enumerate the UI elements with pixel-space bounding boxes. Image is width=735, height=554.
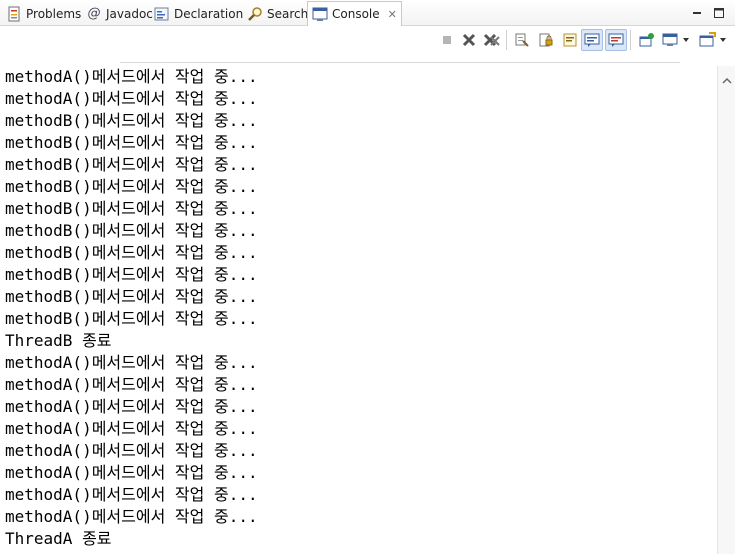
toolbar-separator (630, 30, 631, 50)
clear-console-icon[interactable] (511, 29, 533, 51)
tab-label: Javadoc (106, 6, 153, 21)
vertical-scrollbar[interactable] (717, 66, 735, 554)
console-line: methodB()메서드에서 작업 중... (5, 287, 258, 306)
scrolled-text-fragment (120, 57, 680, 63)
scroll-lock-icon[interactable] (535, 29, 557, 51)
console-line: methodA()메서드에서 작업 중... (5, 89, 258, 108)
console-line: methodA()메서드에서 작업 중... (5, 419, 258, 438)
console-line: methodB()메서드에서 작업 중... (5, 243, 258, 262)
console-line: methodB()메서드에서 작업 중... (5, 155, 258, 174)
open-console-icon[interactable] (697, 29, 731, 51)
console-line: methodA()메서드에서 작업 중... (5, 485, 258, 504)
pin-console-icon[interactable] (636, 29, 658, 51)
terminate-icon[interactable] (436, 29, 458, 51)
display-selected-console-icon[interactable] (660, 29, 694, 51)
console-line: methodB()메서드에서 작업 중... (5, 221, 258, 240)
console-line: methodB()메서드에서 작업 중... (5, 133, 258, 152)
show-on-stderr-icon[interactable] (605, 29, 627, 51)
console-line: methodB()메서드에서 작업 중... (5, 199, 258, 218)
tab-console[interactable]: Console ✕ (307, 1, 402, 26)
problems-icon (6, 6, 22, 22)
tab-problems[interactable]: Problems (2, 2, 85, 25)
console-line: methodA()메서드에서 작업 중... (5, 463, 258, 482)
tab-label: Problems (26, 6, 82, 21)
console-line: methodA()메서드에서 작업 중... (5, 441, 258, 460)
console-line: ThreadB 종료 (5, 331, 112, 350)
tab-label: Declaration (174, 6, 244, 21)
console-line: methodB()메서드에서 작업 중... (5, 111, 258, 130)
console-line: methodA()메서드에서 작업 중... (5, 67, 258, 86)
tab-label: Search (267, 6, 309, 21)
console-output[interactable]: methodA()메서드에서 작업 중... methodA()메서드에서 작업 … (0, 66, 717, 554)
search-icon (247, 6, 263, 22)
tab-javadoc[interactable]: @ Javadoc (82, 2, 157, 25)
word-wrap-icon[interactable] (559, 29, 581, 51)
minimize-icon[interactable] (690, 5, 704, 19)
close-icon[interactable]: ✕ (388, 8, 397, 21)
scroll-up-icon[interactable] (722, 70, 732, 89)
console-line: methodB()메서드에서 작업 중... (5, 265, 258, 284)
toolbar-separator (506, 30, 507, 50)
console-line: methodA()메서드에서 작업 중... (5, 353, 258, 372)
console-line: methodB()메서드에서 작업 중... (5, 309, 258, 328)
view-tab-bar: Problems @ Javadoc Declaration Search Co… (0, 0, 735, 26)
tab-declaration[interactable]: Declaration (150, 2, 247, 25)
console-toolbar (0, 26, 735, 66)
javadoc-icon: @ (87, 5, 101, 21)
tab-label: Console (332, 7, 380, 21)
console-line: methodA()메서드에서 작업 중... (5, 507, 258, 526)
console-line: ThreadA 종료 (5, 529, 112, 548)
maximize-icon[interactable] (712, 5, 726, 19)
remove-all-terminated-icon[interactable] (481, 29, 503, 51)
declaration-icon (154, 6, 170, 22)
console-icon (312, 6, 328, 22)
remove-launch-icon[interactable] (458, 29, 480, 51)
console-line: methodA()메서드에서 작업 중... (5, 397, 258, 416)
console-line: methodB()메서드에서 작업 중... (5, 177, 258, 196)
tab-search[interactable]: Search (243, 2, 312, 25)
console-line: methodA()메서드에서 작업 중... (5, 375, 258, 394)
show-on-stdout-icon[interactable] (581, 29, 603, 51)
